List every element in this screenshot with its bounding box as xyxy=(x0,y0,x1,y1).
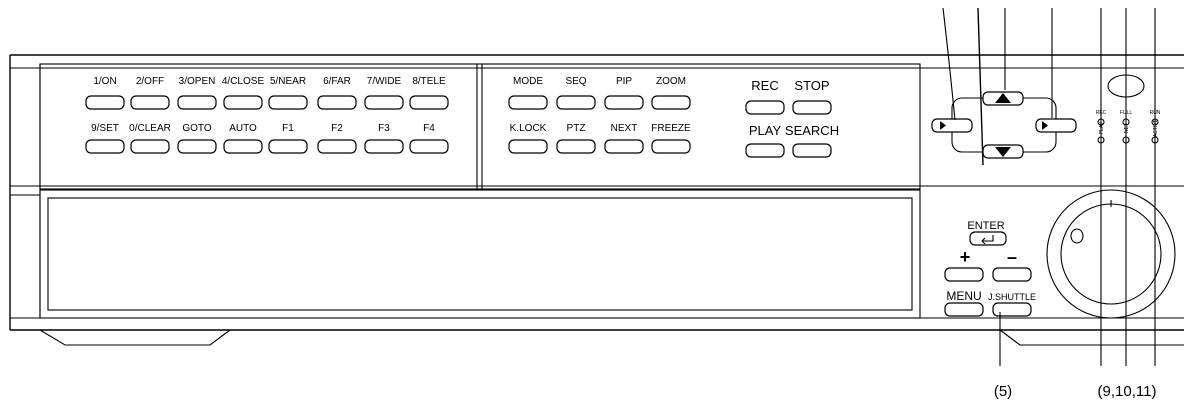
left-key-label: 5/NEAR xyxy=(270,76,306,87)
mode-key-button[interactable] xyxy=(651,139,691,154)
mode-key-button[interactable] xyxy=(604,139,644,154)
left-key-label: 6/FAR xyxy=(323,76,351,87)
keypad-panel xyxy=(39,63,921,318)
enter-label: ENTER xyxy=(967,220,1004,232)
left-key-label: GOTO xyxy=(182,123,211,134)
left-key-label: 1/ON xyxy=(93,76,116,87)
left-key-button[interactable] xyxy=(130,139,170,154)
led-label: PLAY xyxy=(1099,121,1105,134)
mode-key-button[interactable] xyxy=(556,95,596,110)
left-key-label: 8/TELE xyxy=(412,76,446,87)
record-key-button[interactable] xyxy=(745,100,785,115)
record-button-row-2: PLAY SEARCH xyxy=(745,123,839,158)
left-key-label: F1 xyxy=(282,123,294,134)
left-button-row-2: 9/SET 0/CLEAR GOTO AUTO F1 F2 F3 F4 xyxy=(85,123,449,154)
left-key-label: 4/CLOSE xyxy=(222,76,265,87)
mode-key-label: K.LOCK xyxy=(510,123,547,134)
left-key-button[interactable] xyxy=(409,139,449,154)
left-key-button[interactable] xyxy=(268,95,308,110)
left-key-button[interactable] xyxy=(85,95,125,110)
jog-dial[interactable] xyxy=(1046,189,1176,319)
enter-button[interactable] xyxy=(969,231,1007,246)
left-key-button[interactable] xyxy=(223,139,263,154)
left-key-label: 3/OPEN xyxy=(179,76,216,87)
display-window xyxy=(39,189,921,319)
mode-key-label: FREEZE xyxy=(651,123,691,134)
left-key-button[interactable] xyxy=(223,95,263,110)
left-key-label: F3 xyxy=(378,123,390,134)
dvr-front-panel-diagram: 1/ON 2/OFF 3/OPEN 4/CLOSE 5/NEAR 6/FAR 7/WIDE 8… xyxy=(9,7,1184,400)
mode-key-button[interactable] xyxy=(556,139,596,154)
left-key-button[interactable] xyxy=(364,95,404,110)
left-key-button[interactable] xyxy=(177,95,217,110)
left-key-button[interactable] xyxy=(317,95,357,110)
led-indicators: RECPLAYFULLNETRUNACTIVE xyxy=(1096,110,1161,144)
record-key-label: SEARCH xyxy=(785,123,839,138)
dial-knob-indicator xyxy=(1070,228,1084,244)
left-key-label: F4 xyxy=(423,123,435,134)
left-key-label: 2/OFF xyxy=(136,76,164,87)
callout-enter: (5) xyxy=(994,383,1012,400)
plus-button[interactable] xyxy=(944,267,984,282)
mode-key-label: PIP xyxy=(616,76,632,87)
mode-key-label: PTZ xyxy=(567,123,586,134)
jshuttle-label: J.SHUTTLE xyxy=(988,292,1036,302)
record-key-button[interactable] xyxy=(792,100,832,115)
led-label: NET xyxy=(1124,123,1130,133)
mode-key-button[interactable] xyxy=(508,95,548,110)
mode-key-button[interactable] xyxy=(604,95,644,110)
left-key-button[interactable] xyxy=(130,95,170,110)
left-key-button[interactable] xyxy=(409,95,449,110)
control-buttons: ENTER + – MENU J.SHUTTLE xyxy=(944,220,1036,317)
record-key-label: REC xyxy=(751,78,778,93)
plus-label: + xyxy=(960,247,971,267)
jshuttle-button[interactable] xyxy=(992,302,1032,317)
record-key-button[interactable] xyxy=(792,143,832,158)
mode-key-label: ZOOM xyxy=(656,76,686,87)
mode-key-button[interactable] xyxy=(651,95,691,110)
callout-leds: (9,10,11) xyxy=(1098,383,1157,400)
minus-button[interactable] xyxy=(992,267,1032,282)
mode-key-label: MODE xyxy=(513,76,543,87)
menu-button[interactable] xyxy=(944,302,984,317)
minus-label: – xyxy=(1007,247,1017,267)
left-key-button[interactable] xyxy=(364,139,404,154)
menu-label: MENU xyxy=(946,289,981,303)
left-key-label: 9/SET xyxy=(91,123,119,134)
mode-key-button[interactable] xyxy=(508,139,548,154)
led-label: ACTIVE xyxy=(1153,118,1159,137)
record-key-button[interactable] xyxy=(745,143,785,158)
record-key-label: STOP xyxy=(794,78,829,93)
mode-key-label: SEQ xyxy=(565,76,586,87)
left-button-row-1: 1/ON 2/OFF 3/OPEN 4/CLOSE 5/NEAR 6/FAR 7/WIDE 8… xyxy=(85,76,449,110)
left-key-button[interactable] xyxy=(85,139,125,154)
mode-button-row-2: K.LOCK PTZ NEXT FREEZE xyxy=(508,123,691,154)
left-key-label: AUTO xyxy=(229,123,257,134)
left-key-label: 7/WIDE xyxy=(367,76,402,87)
left-key-button[interactable] xyxy=(177,139,217,154)
left-key-button[interactable] xyxy=(268,139,308,154)
mode-button-row-1: MODE SEQ PIP ZOOM xyxy=(508,76,691,110)
record-key-label: PLAY xyxy=(749,123,782,138)
record-button-row-1: REC STOP xyxy=(745,78,832,115)
left-key-label: F2 xyxy=(331,123,343,134)
mode-key-label: NEXT xyxy=(611,123,638,134)
left-key-label: 0/CLEAR xyxy=(129,123,171,134)
left-button[interactable] xyxy=(931,118,973,133)
left-key-button[interactable] xyxy=(317,139,357,154)
